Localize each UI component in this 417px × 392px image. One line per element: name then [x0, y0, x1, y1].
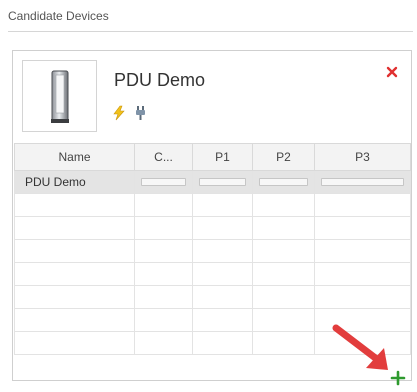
table-row-empty	[14, 285, 411, 309]
table-row-empty	[14, 331, 411, 355]
row-c-cell[interactable]	[134, 170, 193, 194]
table-row-empty	[14, 239, 411, 263]
close-icon[interactable]	[385, 65, 399, 79]
add-plus-icon[interactable]	[390, 370, 406, 386]
device-card: PDU Demo Name C... P1 P2 P3 PDU Demo	[12, 50, 412, 381]
device-name: PDU Demo	[114, 70, 206, 90]
table-row-empty	[14, 308, 411, 332]
column-header-name[interactable]: Name	[14, 143, 135, 171]
row-name-cell: PDU Demo	[14, 170, 135, 194]
device-status-icons	[111, 105, 149, 121]
power-bolt-icon	[111, 105, 127, 121]
table-row-empty	[14, 193, 411, 217]
device-table: Name C... P1 P2 P3 PDU Demo	[14, 143, 411, 355]
device-grid: Name C... P1 P2 P3 PDU Demo	[14, 143, 411, 379]
section-divider	[8, 31, 413, 32]
section-title: Candidate Devices	[8, 9, 109, 23]
table-row-empty	[14, 262, 411, 286]
column-header-p3[interactable]: P3	[314, 143, 411, 171]
column-header-c[interactable]: C...	[134, 143, 193, 171]
row-p2-cell[interactable]	[252, 170, 315, 194]
row-p1-cell[interactable]	[192, 170, 253, 194]
row-p3-cell[interactable]	[314, 170, 411, 194]
column-header-p1[interactable]: P1	[192, 143, 253, 171]
table-row-empty	[14, 216, 411, 240]
rack-server-icon	[51, 70, 69, 123]
table-row[interactable]: PDU Demo	[14, 170, 411, 194]
column-header-p2[interactable]: P2	[252, 143, 315, 171]
table-header-row: Name C... P1 P2 P3	[14, 143, 411, 171]
device-thumbnail	[22, 60, 97, 132]
plug-icon	[133, 105, 149, 121]
